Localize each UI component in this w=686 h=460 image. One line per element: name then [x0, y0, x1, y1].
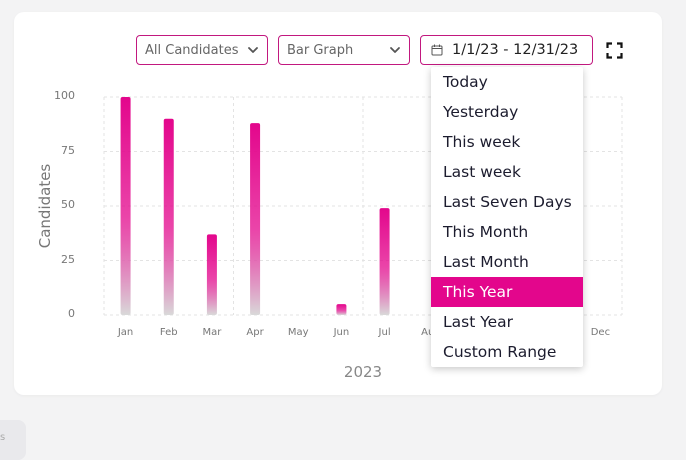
side-tab-label: s: [0, 432, 6, 443]
date-option-today[interactable]: Today: [431, 67, 583, 97]
date-option-last-seven-days[interactable]: Last Seven Days: [431, 187, 583, 217]
y-tick-label: 25: [61, 252, 75, 266]
bar-apr[interactable]: [250, 123, 261, 315]
date-option-last-year[interactable]: Last Year: [431, 307, 583, 337]
x-tick-label: Mar: [202, 327, 222, 338]
bar-feb[interactable]: [163, 118, 174, 315]
bar-jun[interactable]: [336, 304, 347, 315]
y-tick-label: 100: [54, 89, 75, 102]
date-option-last-week[interactable]: Last week: [431, 157, 583, 187]
x-axis-label: 2023: [343, 363, 383, 381]
date-option-last-month[interactable]: Last Month: [431, 247, 583, 277]
bar-jul[interactable]: [379, 208, 390, 315]
y-tick-label: 0: [68, 307, 75, 320]
date-range-menu: Today Yesterday This week Last week Last…: [431, 67, 583, 367]
bar-chart: [103, 96, 623, 316]
date-option-yesterday[interactable]: Yesterday: [431, 97, 583, 127]
x-tick-label: Jul: [378, 327, 391, 338]
y-tick-label: 75: [61, 143, 75, 157]
date-option-this-month[interactable]: This Month: [431, 217, 583, 247]
side-tab[interactable]: s: [0, 420, 26, 460]
x-tick-label: Jun: [333, 327, 350, 338]
date-option-this-year[interactable]: This Year: [431, 277, 583, 307]
x-tick-label: Apr: [246, 327, 264, 338]
date-option-custom-range[interactable]: Custom Range: [431, 337, 583, 367]
y-axis-label: Candidates: [36, 163, 54, 249]
x-tick-label: Dec: [590, 327, 611, 338]
date-option-this-week[interactable]: This week: [431, 127, 583, 157]
x-tick-label: Jan: [117, 327, 134, 338]
x-tick-label: Feb: [159, 327, 178, 338]
bar-mar[interactable]: [206, 234, 217, 315]
bar-jan[interactable]: [120, 97, 131, 315]
x-tick-label: May: [287, 327, 309, 338]
